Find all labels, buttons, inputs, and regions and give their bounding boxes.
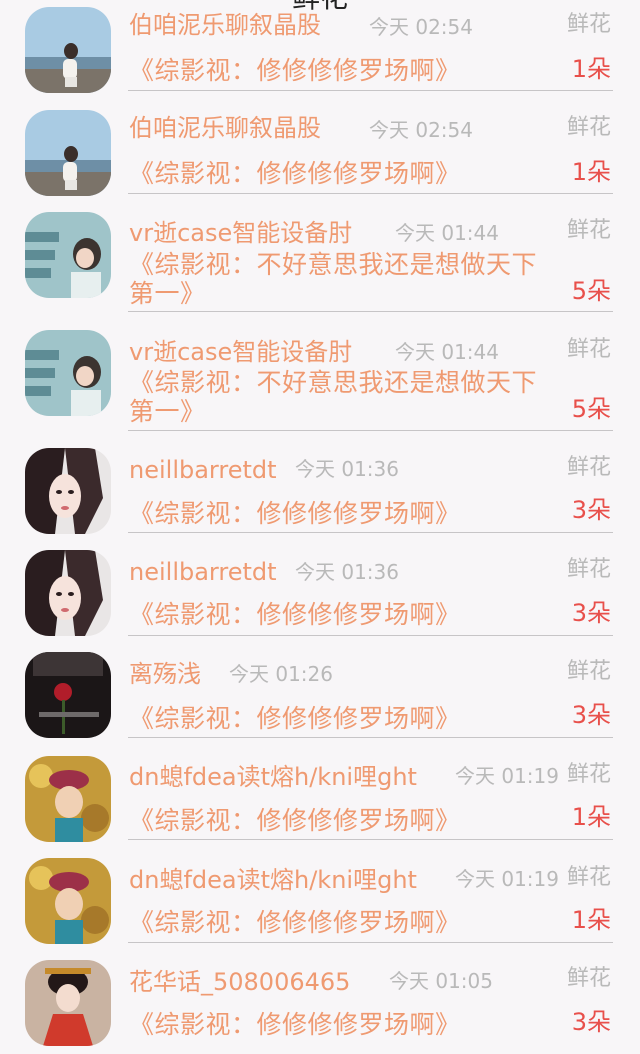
divider [128, 430, 613, 431]
novel-title: 《综影视：修修修修罗场啊》 [129, 806, 461, 835]
gift-type-label: 鲜花 [566, 12, 611, 37]
flower-count: 5朵 [571, 395, 611, 423]
sent-time: 今天 01:19 [455, 867, 559, 891]
flower-count: 3朵 [571, 1008, 611, 1036]
novel-title: 《综影视：修修修修罗场啊》 [129, 1010, 461, 1039]
sender-name: vr逝case智能设备肘 [129, 219, 353, 247]
avatar[interactable] [25, 550, 111, 636]
novel-title: 《综影视：不好意思我还是想做天下第一》 [129, 250, 538, 308]
divider [128, 193, 613, 194]
gift-type-label: 鲜花 [566, 659, 611, 684]
list-item[interactable]: 离殇浅 今天 01:26 鲜花 《综影视：修修修修罗场啊》 3朵 [0, 644, 640, 746]
divider [128, 532, 613, 533]
flower-count: 3朵 [571, 701, 611, 729]
divider [128, 311, 613, 312]
list-item[interactable]: vr逝case智能设备肘 今天 01:44 鲜花 《综影视：不好意思我还是想做天… [0, 204, 640, 322]
avatar[interactable] [25, 330, 111, 416]
gift-type-label: 鲜花 [566, 865, 611, 890]
avatar[interactable] [25, 960, 111, 1046]
avatar-girl-seaside-icon [25, 7, 111, 93]
sent-time: 今天 01:44 [395, 340, 499, 364]
list-item[interactable]: 伯咱泥乐聊叙晶股 今天 02:54 鲜花 《综影视：修修修修罗场啊》 1朵 [0, 0, 640, 102]
divider [128, 737, 613, 738]
gift-type-label: 鲜花 [566, 337, 611, 362]
sent-time: 今天 01:36 [295, 457, 399, 481]
avatar-girl-portrait-icon [25, 550, 111, 636]
novel-title: 《综影视：修修修修罗场啊》 [129, 704, 461, 733]
divider [128, 942, 613, 943]
avatar-girl-portrait-icon [25, 448, 111, 534]
list-item[interactable]: neillbarretdt 今天 01:36 鲜花 《综影视：修修修修罗场啊》 … [0, 542, 640, 644]
gift-type-label: 鲜花 [566, 455, 611, 480]
avatar[interactable] [25, 448, 111, 534]
novel-title: 《综影视：不好意思我还是想做天下第一》 [129, 368, 538, 426]
divider [128, 90, 613, 91]
sender-name: 花华话_508006465 [129, 968, 351, 996]
avatar[interactable] [25, 110, 111, 196]
avatar-girl-classroom-icon [25, 212, 111, 298]
gift-type-label: 鲜花 [566, 762, 611, 787]
divider [128, 635, 613, 636]
sender-name: dn螅fdea读t熔h/kni哩ght [129, 866, 417, 894]
sender-name: 伯咱泥乐聊叙晶股 [129, 114, 321, 142]
novel-title: 《综影视：修修修修罗场啊》 [129, 600, 461, 629]
sent-time: 今天 01:44 [395, 221, 499, 245]
sender-name: dn螅fdea读t熔h/kni哩ght [129, 763, 417, 791]
sent-time: 今天 02:54 [369, 15, 473, 39]
avatar[interactable] [25, 212, 111, 298]
sent-time: 今天 01:19 [455, 764, 559, 788]
avatar-girl-seaside-icon [25, 110, 111, 196]
avatar-girl-autumn-icon [25, 756, 111, 842]
novel-title: 《综影视：修修修修罗场啊》 [129, 499, 461, 528]
sender-name: neillbarretdt [129, 456, 277, 484]
avatar[interactable] [25, 756, 111, 842]
list-item[interactable]: vr逝case智能设备肘 今天 01:44 鲜花 《综影视：不好意思我还是想做天… [0, 322, 640, 440]
sender-name: 伯咱泥乐聊叙晶股 [129, 11, 321, 39]
sent-time: 今天 01:26 [229, 662, 333, 686]
avatar-rose-icon [25, 652, 111, 738]
list-item[interactable]: 花华话_508006465 今天 01:05 鲜花 《综影视：修修修修罗场啊》 … [0, 950, 640, 1054]
list-item[interactable]: dn螅fdea读t熔h/kni哩ght 今天 01:19 鲜花 《综影视：修修修… [0, 746, 640, 848]
avatar[interactable] [25, 652, 111, 738]
avatar[interactable] [25, 7, 111, 93]
novel-title: 《综影视：修修修修罗场啊》 [129, 56, 461, 85]
list-item[interactable]: 伯咱泥乐聊叙晶股 今天 02:54 鲜花 《综影视：修修修修罗场啊》 1朵 [0, 102, 640, 204]
flower-count: 1朵 [571, 803, 611, 831]
list-item[interactable]: dn螅fdea读t熔h/kni哩ght 今天 01:19 鲜花 《综影视：修修修… [0, 848, 640, 950]
sender-name: neillbarretdt [129, 558, 277, 586]
avatar-girl-autumn-icon [25, 858, 111, 944]
flower-count: 1朵 [571, 55, 611, 83]
flower-count: 5朵 [571, 277, 611, 305]
flower-count: 1朵 [571, 906, 611, 934]
avatar-girl-classroom-icon [25, 330, 111, 416]
novel-title: 《综影视：修修修修罗场啊》 [129, 908, 461, 937]
avatar-girl-hanfu-icon [25, 960, 111, 1046]
divider [128, 839, 613, 840]
flower-count: 3朵 [571, 599, 611, 627]
sent-time: 今天 02:54 [369, 118, 473, 142]
sender-name: vr逝case智能设备肘 [129, 338, 353, 366]
flower-count: 3朵 [571, 496, 611, 524]
sender-name: 离殇浅 [129, 660, 201, 688]
avatar[interactable] [25, 858, 111, 944]
novel-title: 《综影视：修修修修罗场啊》 [129, 159, 461, 188]
sent-time: 今天 01:36 [295, 560, 399, 584]
gift-type-label: 鲜花 [566, 557, 611, 582]
sent-time: 今天 01:05 [389, 969, 493, 993]
gift-type-label: 鲜花 [566, 115, 611, 140]
gift-type-label: 鲜花 [566, 966, 611, 991]
gift-type-label: 鲜花 [566, 218, 611, 243]
flower-count: 1朵 [571, 158, 611, 186]
list-item[interactable]: neillbarretdt 今天 01:36 鲜花 《综影视：修修修修罗场啊》 … [0, 440, 640, 542]
